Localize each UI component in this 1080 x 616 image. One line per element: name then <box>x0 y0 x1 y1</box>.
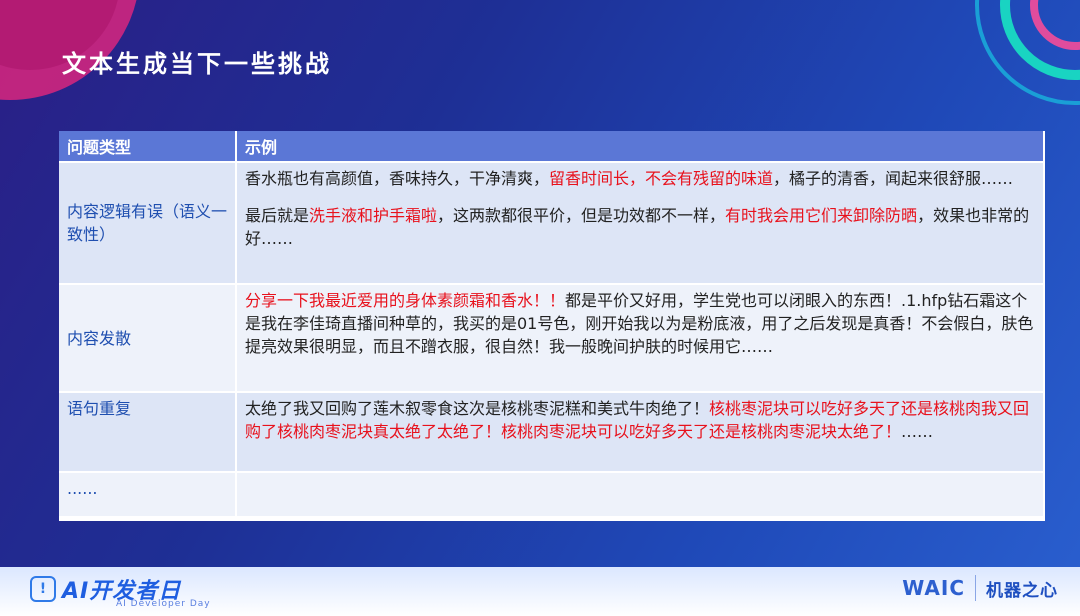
bulb-icon: ! <box>30 576 56 602</box>
example-paragraph: 香水瓶也有高颜值，香味持久，干净清爽，留香时间长，不会有残留的味道，橘子的清香，… <box>245 167 1035 190</box>
example-text-highlight: 洗手液和护手霜啦 <box>309 206 438 225</box>
row-more-cell: ...... <box>59 471 237 516</box>
row-example-cell: 香水瓶也有高颜值，香味持久，干净清爽，留香时间长，不会有残留的味道，橘子的清香，… <box>236 161 1045 284</box>
slide-title: 文本生成当下一些挑战 <box>62 50 332 78</box>
footer-bar: ! AI开发者日 AI Developer Day WAIC 机器之心 <box>0 567 1080 616</box>
table-row: ...... <box>59 471 1045 516</box>
example-paragraph: 最后就是洗手液和护手霜啦，这两款都很平价，但是功效都不一样，有时我会用它们来卸除… <box>245 204 1035 250</box>
example-text: ，橘子的清香，闻起来很舒服…… <box>773 169 1014 188</box>
challenge-table-container: 问题类型 示例 内容逻辑有误（语义一致性） 香水瓶也有高颜值，香味持久，干净清爽… <box>59 131 1045 521</box>
jiqizhixin-logo: 机器之心 <box>986 580 1058 601</box>
header-problem-type: 问题类型 <box>59 131 237 162</box>
logo-divider <box>975 575 976 601</box>
example-text: ，这两款都很平价，但是功效都不一样， <box>437 206 726 225</box>
row-empty-cell <box>236 471 1045 516</box>
example-text: …… <box>901 422 934 441</box>
row-type-cell: 内容逻辑有误（语义一致性） <box>59 161 237 284</box>
example-text: 最后就是 <box>245 206 310 225</box>
table-row: 内容逻辑有误（语义一致性） 香水瓶也有高颜值，香味持久，干净清爽，留香时间长，不… <box>59 161 1045 284</box>
example-text: 太绝了我又回购了莲木叙零食这次是核桃枣泥糕和美式牛肉绝了！ <box>245 399 710 418</box>
waic-logo: WAIC <box>902 576 965 600</box>
slide: 文本生成当下一些挑战 问题类型 示例 内容逻辑有误（语义一致性） 香水瓶也有高颜… <box>0 0 1080 616</box>
example-text-highlight: 分享一下我最近爱用的身体素颜霜和香水！！ <box>245 291 566 310</box>
header-example: 示例 <box>236 131 1045 162</box>
example-text-highlight: 有时我会用它们来卸除防晒 <box>725 206 918 225</box>
ai-developer-day-subtitle: AI Developer Day <box>116 599 211 609</box>
row-example-cell: 分享一下我最近爱用的身体素颜霜和香水！！都是平价又好用，学生党也可以闭眼入的东西… <box>236 283 1045 392</box>
table-row: 内容发散 分享一下我最近爱用的身体素颜霜和香水！！都是平价又好用，学生党也可以闭… <box>59 283 1045 392</box>
table-row: 语句重复 太绝了我又回购了莲木叙零食这次是核桃枣泥糕和美式牛肉绝了！核桃枣泥块可… <box>59 391 1045 472</box>
row-type-cell: 内容发散 <box>59 283 237 392</box>
example-text: 香水瓶也有高颜值，香味持久，干净清爽， <box>245 169 550 188</box>
challenge-table: 问题类型 示例 内容逻辑有误（语义一致性） 香水瓶也有高颜值，香味持久，干净清爽… <box>59 131 1045 516</box>
table-header-row: 问题类型 示例 <box>59 131 1045 162</box>
row-example-cell: 太绝了我又回购了莲木叙零食这次是核桃枣泥糕和美式牛肉绝了！核桃枣泥块可以吃好多天… <box>236 391 1045 472</box>
example-text-highlight: 留香时间长，不会有残留的味道 <box>549 169 774 188</box>
row-type-cell: 语句重复 <box>59 391 237 472</box>
partner-logos: WAIC 机器之心 <box>902 575 1058 601</box>
